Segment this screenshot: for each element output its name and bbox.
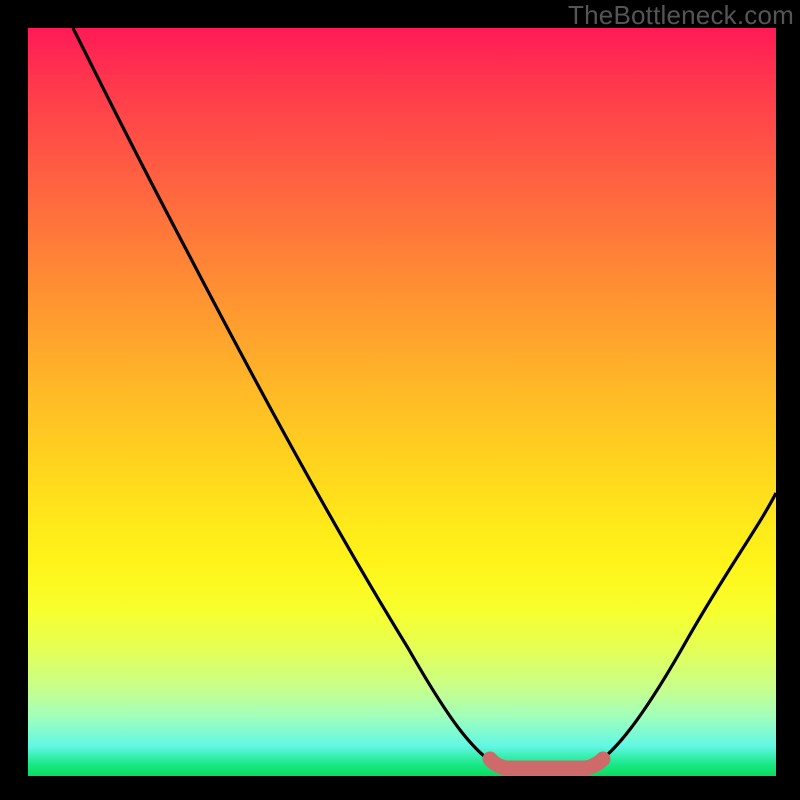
plot-area — [28, 28, 776, 776]
chart-svg — [28, 28, 776, 776]
optimal-marker-path — [490, 759, 603, 768]
watermark-text: TheBottleneck.com — [568, 0, 794, 31]
bottleneck-curve-path — [73, 28, 776, 768]
